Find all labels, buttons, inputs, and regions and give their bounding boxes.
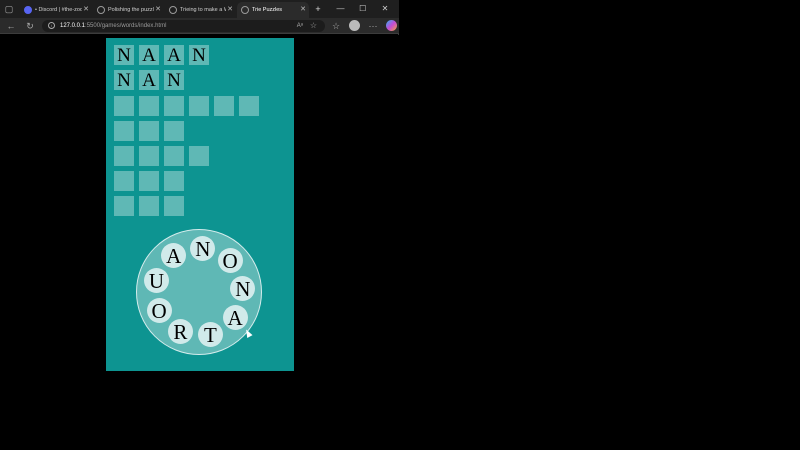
- grid-cell: [114, 196, 134, 216]
- tab-label: Trie Puzzles: [252, 7, 283, 13]
- grid-cell: N: [114, 45, 134, 66]
- wheel-letter[interactable]: O: [146, 298, 172, 324]
- letter-wheel[interactable]: NONATROUA: [136, 229, 262, 355]
- puzzle-board: NAANNAN NONATROUA: [106, 38, 294, 371]
- grid-cell: [164, 96, 184, 116]
- favorites-icon[interactable]: ☆: [330, 20, 342, 32]
- tab-actions-icon[interactable]: ▢: [3, 3, 15, 15]
- grid-cell: [139, 196, 159, 216]
- grid-cell: [139, 171, 159, 191]
- read-aloud-icon[interactable]: Aᵃ: [297, 20, 303, 32]
- grid-cell: [114, 121, 134, 141]
- grid-cell: [164, 196, 184, 216]
- tab-label: • Discord | #the-zoo: [35, 7, 82, 13]
- wheel-letter[interactable]: O: [217, 248, 243, 274]
- grid-cell: [139, 146, 159, 166]
- refresh-icon[interactable]: ↻: [24, 20, 36, 32]
- grid-cell: [189, 96, 209, 116]
- grid-cell: [164, 121, 184, 141]
- wheel-letter[interactable]: R: [167, 319, 193, 345]
- globe-icon: [97, 6, 105, 14]
- minimize-button[interactable]: —: [331, 0, 351, 18]
- tab-bar: ▢ • Discord | #the-zoo ✕ Polishing the p…: [0, 0, 399, 18]
- grid-cell: [114, 96, 134, 116]
- wheel-letter[interactable]: A: [222, 304, 248, 330]
- page-viewport: NAANNAN NONATROUA: [0, 35, 399, 450]
- tab-label: Polishing the puzzle: [108, 7, 154, 13]
- close-window-button[interactable]: ✕: [375, 0, 395, 18]
- tab-close-icon[interactable]: ✕: [300, 2, 306, 18]
- url-path: :5500/games/words/index.html: [85, 23, 167, 29]
- tab-label: Trieing to make a W: [180, 7, 226, 13]
- discord-icon: [24, 6, 32, 14]
- back-icon[interactable]: ←: [5, 20, 17, 32]
- tab-close-icon[interactable]: ✕: [83, 2, 89, 18]
- site-info-icon[interactable]: i: [48, 22, 55, 29]
- grid-cell: [189, 146, 209, 166]
- grid-cell: [239, 96, 259, 116]
- grid-cell: A: [164, 45, 184, 66]
- grid-cell: [139, 96, 159, 116]
- browser-toolbar: ← ↻ i 127.0.0.1:5500/games/words/index.h…: [0, 18, 399, 34]
- wheel-letter[interactable]: N: [230, 275, 256, 301]
- grid-cell: [164, 171, 184, 191]
- grid-cell: [114, 146, 134, 166]
- address-bar[interactable]: i 127.0.0.1:5500/games/words/index.html …: [42, 20, 325, 32]
- window-controls: — ☐ ✕: [331, 0, 395, 18]
- grid-cell: [114, 171, 134, 191]
- new-tab-button[interactable]: +: [312, 3, 324, 15]
- maximize-button[interactable]: ☐: [353, 0, 373, 18]
- wheel-letter[interactable]: T: [197, 322, 223, 347]
- grid-cell: [139, 121, 159, 141]
- grid-cell: A: [139, 70, 159, 91]
- grid-cell: [164, 146, 184, 166]
- profile-avatar[interactable]: [349, 20, 360, 31]
- tab-close-icon[interactable]: ✕: [227, 2, 233, 18]
- copilot-icon[interactable]: [386, 20, 397, 31]
- more-menu-icon[interactable]: ···: [367, 20, 379, 32]
- tab-trie-puzzles[interactable]: Trie Puzzles ✕: [237, 2, 309, 18]
- wheel-letter[interactable]: A: [161, 243, 187, 269]
- grid-cell: N: [189, 45, 209, 66]
- wheel-letter[interactable]: U: [143, 268, 169, 294]
- favorite-star-icon[interactable]: ☆: [310, 20, 317, 32]
- tab-close-icon[interactable]: ✕: [155, 2, 161, 18]
- tab-trieing[interactable]: Trieing to make a W ✕: [165, 2, 236, 18]
- globe-icon: [169, 6, 177, 14]
- browser-window: ▢ • Discord | #the-zoo ✕ Polishing the p…: [0, 0, 399, 450]
- globe-icon: [241, 6, 249, 14]
- tab-discord[interactable]: • Discord | #the-zoo ✕: [20, 2, 92, 18]
- tab-polishing[interactable]: Polishing the puzzle ✕: [93, 2, 164, 18]
- grid-cell: N: [164, 70, 184, 91]
- grid-cell: N: [114, 70, 134, 91]
- wheel-letter[interactable]: N: [190, 235, 216, 261]
- grid-cell: [214, 96, 234, 116]
- grid-cell: A: [139, 45, 159, 66]
- url-host: 127.0.0.1: [60, 23, 86, 29]
